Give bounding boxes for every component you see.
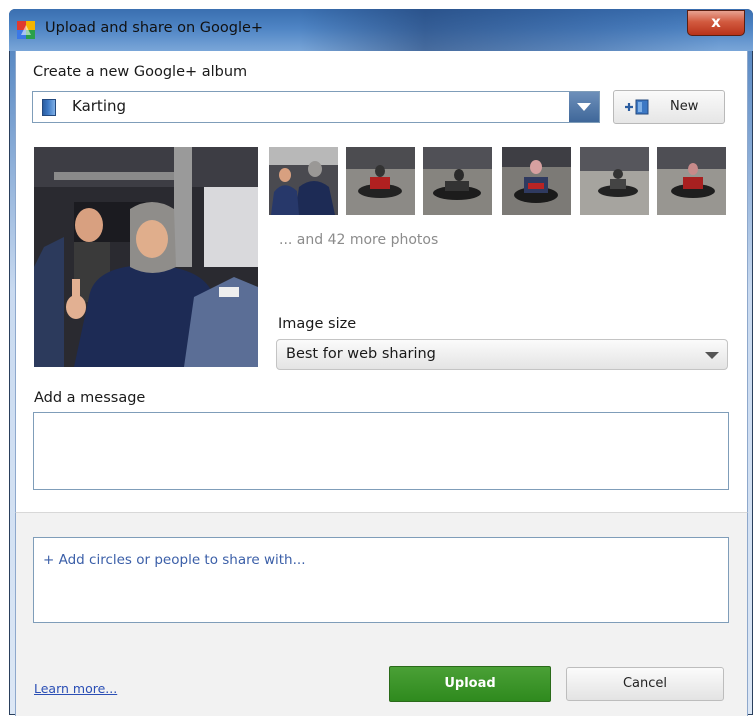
photo-thumbnail[interactable] xyxy=(423,147,492,215)
main-photo-preview xyxy=(34,147,258,367)
upload-button-label: Upload xyxy=(444,676,496,691)
cancel-button[interactable]: Cancel xyxy=(566,667,724,701)
new-album-button[interactable]: New xyxy=(613,90,725,124)
upload-button[interactable]: Upload xyxy=(389,666,551,702)
learn-more-link[interactable]: Learn more... xyxy=(34,681,117,696)
close-icon: x xyxy=(711,13,721,31)
album-selected-value: Karting xyxy=(72,97,127,115)
photo-thumbnail[interactable] xyxy=(502,147,571,215)
photo-thumbnail[interactable] xyxy=(269,147,338,215)
window-title: Upload and share on Google+ xyxy=(45,20,264,36)
album-icon xyxy=(42,99,56,116)
more-photos-text: ... and 42 more photos xyxy=(279,232,439,248)
dropdown-arrow-icon[interactable] xyxy=(569,92,599,122)
message-input[interactable] xyxy=(33,412,729,490)
google-photos-app-icon xyxy=(17,21,35,39)
add-album-icon xyxy=(625,99,649,115)
album-heading: Create a new Google+ album xyxy=(33,64,248,80)
album-dropdown[interactable]: Karting xyxy=(32,91,600,123)
photo-thumbnail[interactable] xyxy=(580,147,649,215)
message-label: Add a message xyxy=(34,390,146,406)
close-button[interactable]: x xyxy=(687,10,745,36)
share-placeholder: + Add circles or people to share with... xyxy=(43,552,306,568)
image-size-dropdown[interactable]: Best for web sharing xyxy=(276,339,728,370)
cancel-button-label: Cancel xyxy=(622,676,668,691)
photo-thumbnail[interactable] xyxy=(346,147,415,215)
chevron-down-icon xyxy=(705,352,719,359)
image-size-label: Image size xyxy=(278,316,357,332)
photo-thumbnail[interactable] xyxy=(657,147,726,215)
new-button-label: New xyxy=(670,99,699,114)
image-size-selected-value: Best for web sharing xyxy=(286,346,436,362)
share-recipients-input[interactable]: + Add circles or people to share with... xyxy=(33,537,729,623)
